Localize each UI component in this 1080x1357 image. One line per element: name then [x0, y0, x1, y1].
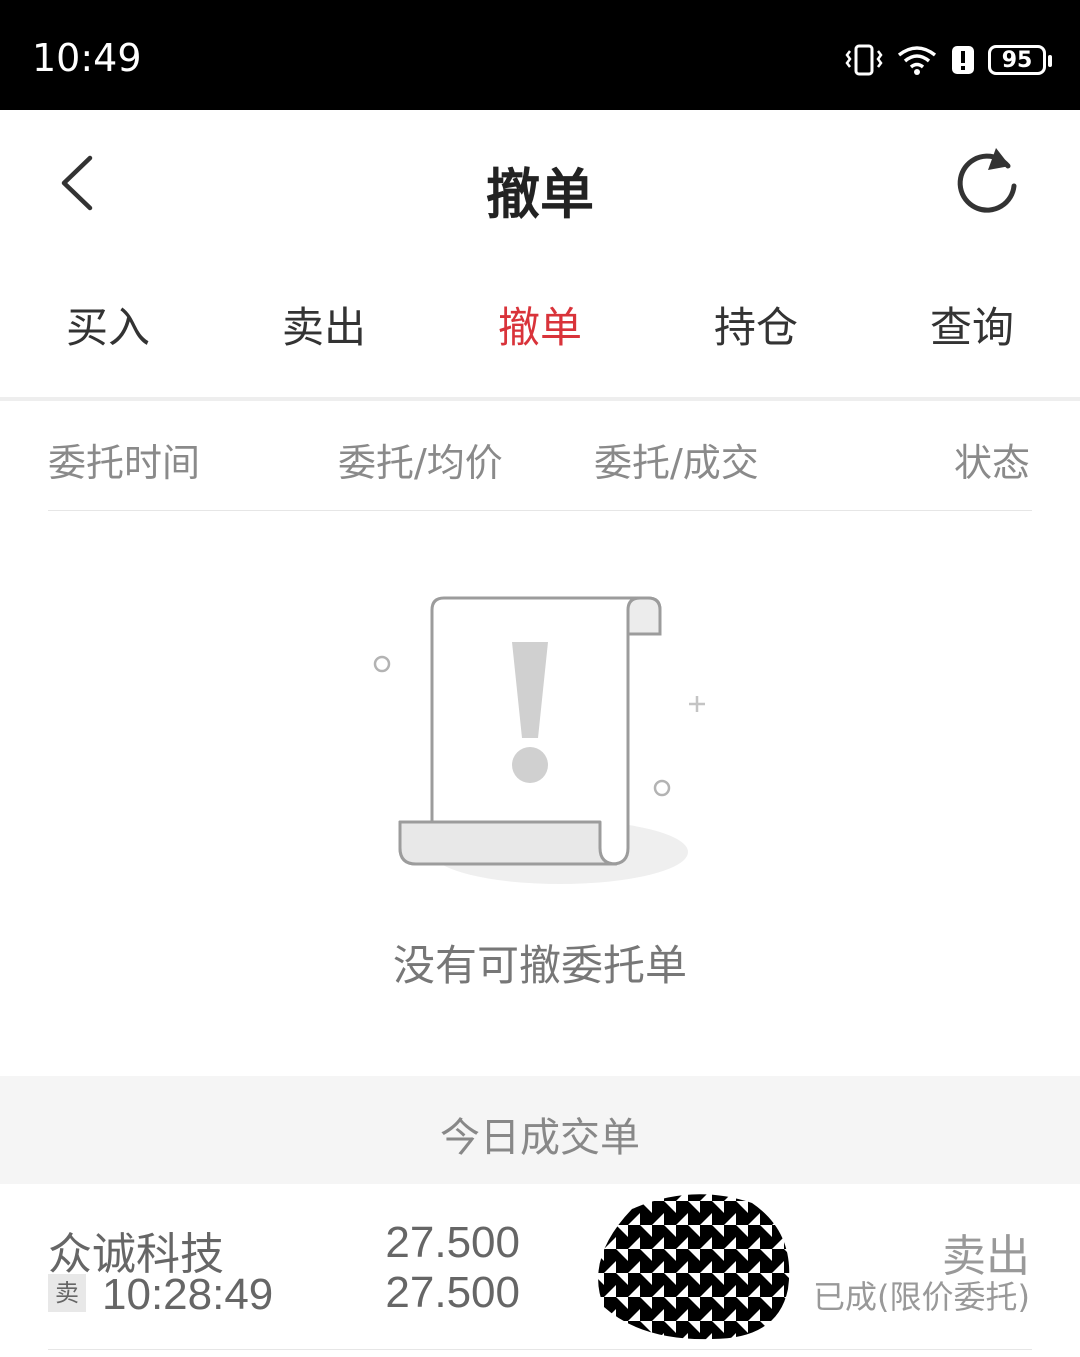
trade-tabs: 买入 卖出 撤单 持仓 查询 — [0, 280, 1080, 375]
row-divider — [48, 1349, 1032, 1350]
tab-sell[interactable]: 卖出 — [216, 280, 432, 375]
empty-message: 没有可撤委托单 — [392, 941, 687, 990]
trade-time: 10:28:49 — [102, 1270, 274, 1319]
refresh-button[interactable] — [948, 140, 1028, 220]
empty-document-icon — [360, 580, 720, 900]
tab-buy[interactable]: 买入 — [0, 280, 216, 375]
avg-price: 27.500 — [385, 1268, 520, 1317]
refresh-icon — [957, 148, 1017, 213]
wifi-icon — [897, 46, 937, 75]
order-price: 27.500 — [385, 1218, 520, 1267]
trade-status: 已成(限价委托) — [813, 1278, 1030, 1316]
column-header-price: 委托/均价 — [338, 441, 503, 485]
today-deals-title: 今日成交单 — [440, 1115, 640, 1161]
column-headers: 委托时间 委托/均价 委托/成交 状态 — [0, 410, 1080, 510]
tab-cancel[interactable]: 撤单 — [432, 280, 648, 375]
column-header-time: 委托时间 — [48, 441, 201, 485]
status-bar: 10:49 95 — [0, 0, 1080, 110]
battery-icon: 95 — [988, 45, 1052, 75]
header-divider — [48, 510, 1032, 511]
tab-holdings[interactable]: 持仓 — [648, 280, 864, 375]
tab-query[interactable]: 查询 — [864, 280, 1080, 375]
header: 撤单 — [0, 110, 1080, 260]
tabs-divider — [0, 397, 1080, 401]
status-time: 10:49 — [32, 36, 142, 80]
column-header-status: 状态 — [953, 441, 1030, 485]
table-row[interactable]: 众诚科技 卖 10:28:49 27.500 27.500 卖出 已成(限价委托… — [0, 1184, 1080, 1354]
page-title: 撤单 — [486, 163, 594, 226]
alert-icon — [952, 46, 974, 74]
vibrate-icon — [845, 44, 883, 76]
redacted-quantity — [598, 1194, 790, 1340]
battery-level: 95 — [1001, 47, 1033, 73]
column-header-qty: 委托/成交 — [594, 441, 759, 485]
status-icons: 95 — [844, 40, 1052, 80]
side-tag: 卖 — [48, 1274, 86, 1312]
